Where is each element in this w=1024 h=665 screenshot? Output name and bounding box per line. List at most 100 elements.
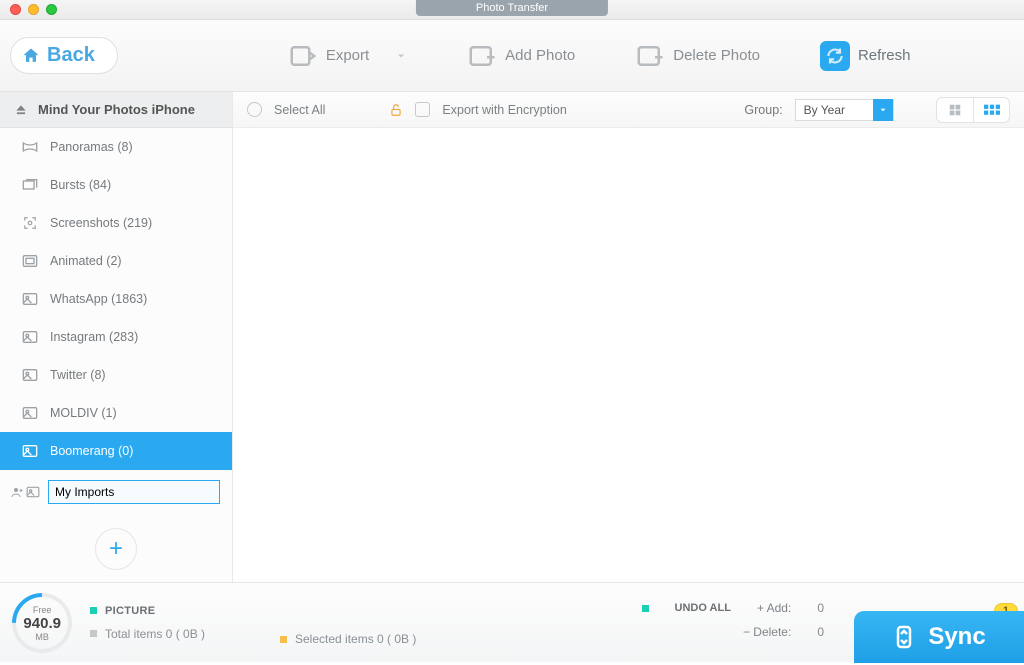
sidebar: Mind Your Photos iPhone Panoramas (8) Bu… xyxy=(0,92,233,582)
dot-icon xyxy=(90,630,97,637)
window-controls xyxy=(0,4,57,15)
album-icon xyxy=(22,292,38,306)
photo-grid xyxy=(233,128,1024,582)
sidebar-item-label: Panoramas (8) xyxy=(50,140,133,154)
storage-free-value: 940.9 xyxy=(23,614,61,631)
add-photo-button[interactable]: Add Photo xyxy=(467,41,575,71)
export-icon xyxy=(288,41,318,71)
total-items-label: Total items 0 ( 0B ) xyxy=(105,627,205,641)
toolbar: Back Export Add Photo Delete Photo Refre… xyxy=(0,20,1024,92)
undo-block: UNDO ALL + Add: 0 − Delete: 0 xyxy=(642,601,824,639)
sidebar-device-label: Mind Your Photos iPhone xyxy=(38,102,195,117)
storage-gauge: Free 940.9 MB xyxy=(0,580,84,665)
select-all-checkbox[interactable] xyxy=(247,102,262,117)
sidebar-item-label: WhatsApp (1863) xyxy=(50,292,147,306)
chevron-down-icon xyxy=(395,50,407,62)
group-value: By Year xyxy=(796,103,873,117)
view-small-grid-button[interactable] xyxy=(973,98,1009,122)
sidebar-item-label: Animated (2) xyxy=(50,254,122,268)
back-button[interactable]: Back xyxy=(10,37,118,74)
sidebar-item-whatsapp[interactable]: WhatsApp (1863) xyxy=(0,280,232,318)
add-label: + Add: xyxy=(757,601,791,615)
album-icon xyxy=(22,368,38,382)
person-plus-icon xyxy=(10,486,24,498)
home-icon xyxy=(21,46,41,66)
back-label: Back xyxy=(47,44,95,67)
album-icon xyxy=(22,406,38,420)
sidebar-item-boomerang[interactable]: Boomerang (0) xyxy=(0,432,232,470)
titlebar: Photo Transfer xyxy=(0,0,1024,20)
main: Mind Your Photos iPhone Panoramas (8) Bu… xyxy=(0,92,1024,582)
sync-button[interactable]: Sync xyxy=(854,611,1024,663)
new-album-row xyxy=(0,470,232,514)
group-label: Group: xyxy=(744,103,782,117)
animated-icon xyxy=(22,254,38,268)
picture-label: PICTURE xyxy=(105,605,155,617)
refresh-label: Refresh xyxy=(858,47,911,64)
group-select[interactable]: By Year xyxy=(795,99,894,121)
content: Select All Export with Encryption Group:… xyxy=(233,92,1024,582)
dot-icon xyxy=(642,605,649,612)
sidebar-item-label: Instagram (283) xyxy=(50,330,138,344)
close-window-button[interactable] xyxy=(10,4,21,15)
sidebar-item-label: Bursts (84) xyxy=(50,178,111,192)
chevron-down-icon xyxy=(873,99,893,121)
bursts-icon xyxy=(22,178,38,192)
delete-photo-button[interactable]: Delete Photo xyxy=(635,41,760,71)
sidebar-item-moldiv[interactable]: MOLDIV (1) xyxy=(0,394,232,432)
refresh-button[interactable]: Refresh xyxy=(820,41,911,71)
export-label: Export xyxy=(326,47,369,64)
delete-photo-label: Delete Photo xyxy=(673,47,760,64)
sidebar-item-twitter[interactable]: Twitter (8) xyxy=(0,356,232,394)
sidebar-item-label: Boomerang (0) xyxy=(50,444,133,458)
refresh-icon xyxy=(820,41,850,71)
delete-value: 0 xyxy=(817,625,824,639)
new-album-icons xyxy=(10,486,40,498)
add-photo-label: Add Photo xyxy=(505,47,575,64)
sidebar-item-label: Twitter (8) xyxy=(50,368,106,382)
album-icon xyxy=(26,486,40,498)
selected-items-label: Selected items 0 ( 0B ) xyxy=(295,632,416,646)
lock-icon xyxy=(389,103,403,117)
dot-icon xyxy=(280,636,287,643)
sidebar-item-animated[interactable]: Animated (2) xyxy=(0,242,232,280)
sidebar-item-screenshots[interactable]: Screenshots (219) xyxy=(0,204,232,242)
encryption-label: Export with Encryption xyxy=(442,103,566,117)
select-all-label: Select All xyxy=(274,103,325,117)
plus-icon: + xyxy=(109,535,123,563)
export-button[interactable]: Export xyxy=(288,41,407,71)
screenshots-icon xyxy=(22,216,38,230)
zoom-window-button[interactable] xyxy=(46,4,57,15)
sync-label: Sync xyxy=(928,623,985,651)
dot-icon xyxy=(90,607,97,614)
undo-all-button[interactable]: UNDO ALL xyxy=(675,602,731,614)
view-segmented xyxy=(936,97,1010,123)
view-large-grid-button[interactable] xyxy=(937,98,973,122)
add-photo-icon xyxy=(467,41,497,71)
encryption-checkbox[interactable] xyxy=(415,102,430,117)
add-value: 0 xyxy=(817,601,824,615)
footer: Free 940.9 MB PICTURE Total items 0 ( 0B… xyxy=(0,582,1024,662)
sidebar-item-instagram[interactable]: Instagram (283) xyxy=(0,318,232,356)
filter-bar: Select All Export with Encryption Group:… xyxy=(233,92,1024,128)
sidebar-item-bursts[interactable]: Bursts (84) xyxy=(0,166,232,204)
sidebar-item-label: MOLDIV (1) xyxy=(50,406,117,420)
minimize-window-button[interactable] xyxy=(28,4,39,15)
sidebar-item-label: Screenshots (219) xyxy=(50,216,152,230)
footer-stats: PICTURE Total items 0 ( 0B ) xyxy=(90,605,205,641)
sidebar-item-panoramas[interactable]: Panoramas (8) xyxy=(0,128,232,166)
storage-free-unit: MB xyxy=(23,631,61,641)
album-icon xyxy=(22,330,38,344)
window-title: Photo Transfer xyxy=(416,0,608,16)
album-icon xyxy=(22,444,38,458)
selected-items: Selected items 0 ( 0B ) xyxy=(280,632,416,646)
delete-photo-icon xyxy=(635,41,665,71)
panorama-icon xyxy=(22,141,38,153)
sidebar-device-header[interactable]: Mind Your Photos iPhone xyxy=(0,92,232,128)
sync-icon xyxy=(892,625,916,649)
delete-label: − Delete: xyxy=(743,625,791,639)
eject-icon xyxy=(14,103,28,117)
add-album-button[interactable]: + xyxy=(95,528,137,570)
storage-free-label: Free xyxy=(23,604,61,614)
new-album-input[interactable] xyxy=(48,480,220,504)
